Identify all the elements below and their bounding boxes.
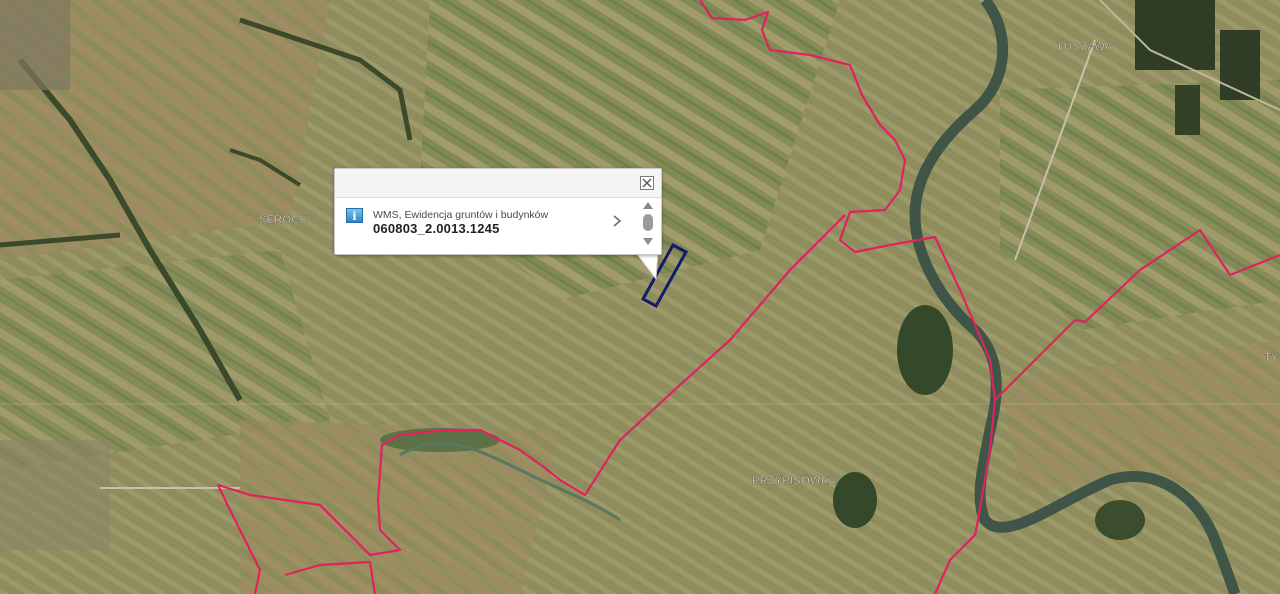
village-area	[0, 0, 70, 90]
parcel-id: 060803_2.0013.1245	[373, 221, 500, 236]
place-label-luszawa: LUSZAWA	[1058, 41, 1113, 53]
popup-scrollbar[interactable]	[641, 202, 655, 250]
identify-popup: i WMS, Ewidencja gruntów i budynków 0608…	[334, 168, 662, 255]
place-label-ty: TY	[1264, 352, 1279, 364]
close-icon	[642, 178, 652, 188]
village-area	[0, 440, 110, 550]
map-canvas[interactable]: SEROCK LUSZAWA PRZYPISÓWKA TY	[0, 0, 1280, 594]
woodland	[897, 305, 953, 395]
woodland	[833, 472, 877, 528]
arrow-down-icon[interactable]	[643, 238, 653, 245]
arrow-up-icon[interactable]	[643, 202, 653, 209]
woodland	[1095, 500, 1145, 540]
woodland	[1175, 85, 1200, 135]
close-button[interactable]	[640, 176, 654, 190]
chevron-right-icon[interactable]	[611, 214, 623, 228]
layer-name: WMS, Ewidencja gruntów i budynków	[373, 209, 549, 221]
place-label-przypisowka: PRZYPISÓWKA	[752, 474, 836, 487]
woodland	[1135, 0, 1215, 70]
scrollbar-thumb[interactable]	[643, 214, 653, 231]
place-label-serock: SEROCK	[259, 214, 308, 226]
popup-header	[335, 169, 661, 198]
woodland	[1220, 30, 1260, 100]
popup-pointer	[636, 253, 659, 281]
info-icon: i	[346, 208, 363, 223]
